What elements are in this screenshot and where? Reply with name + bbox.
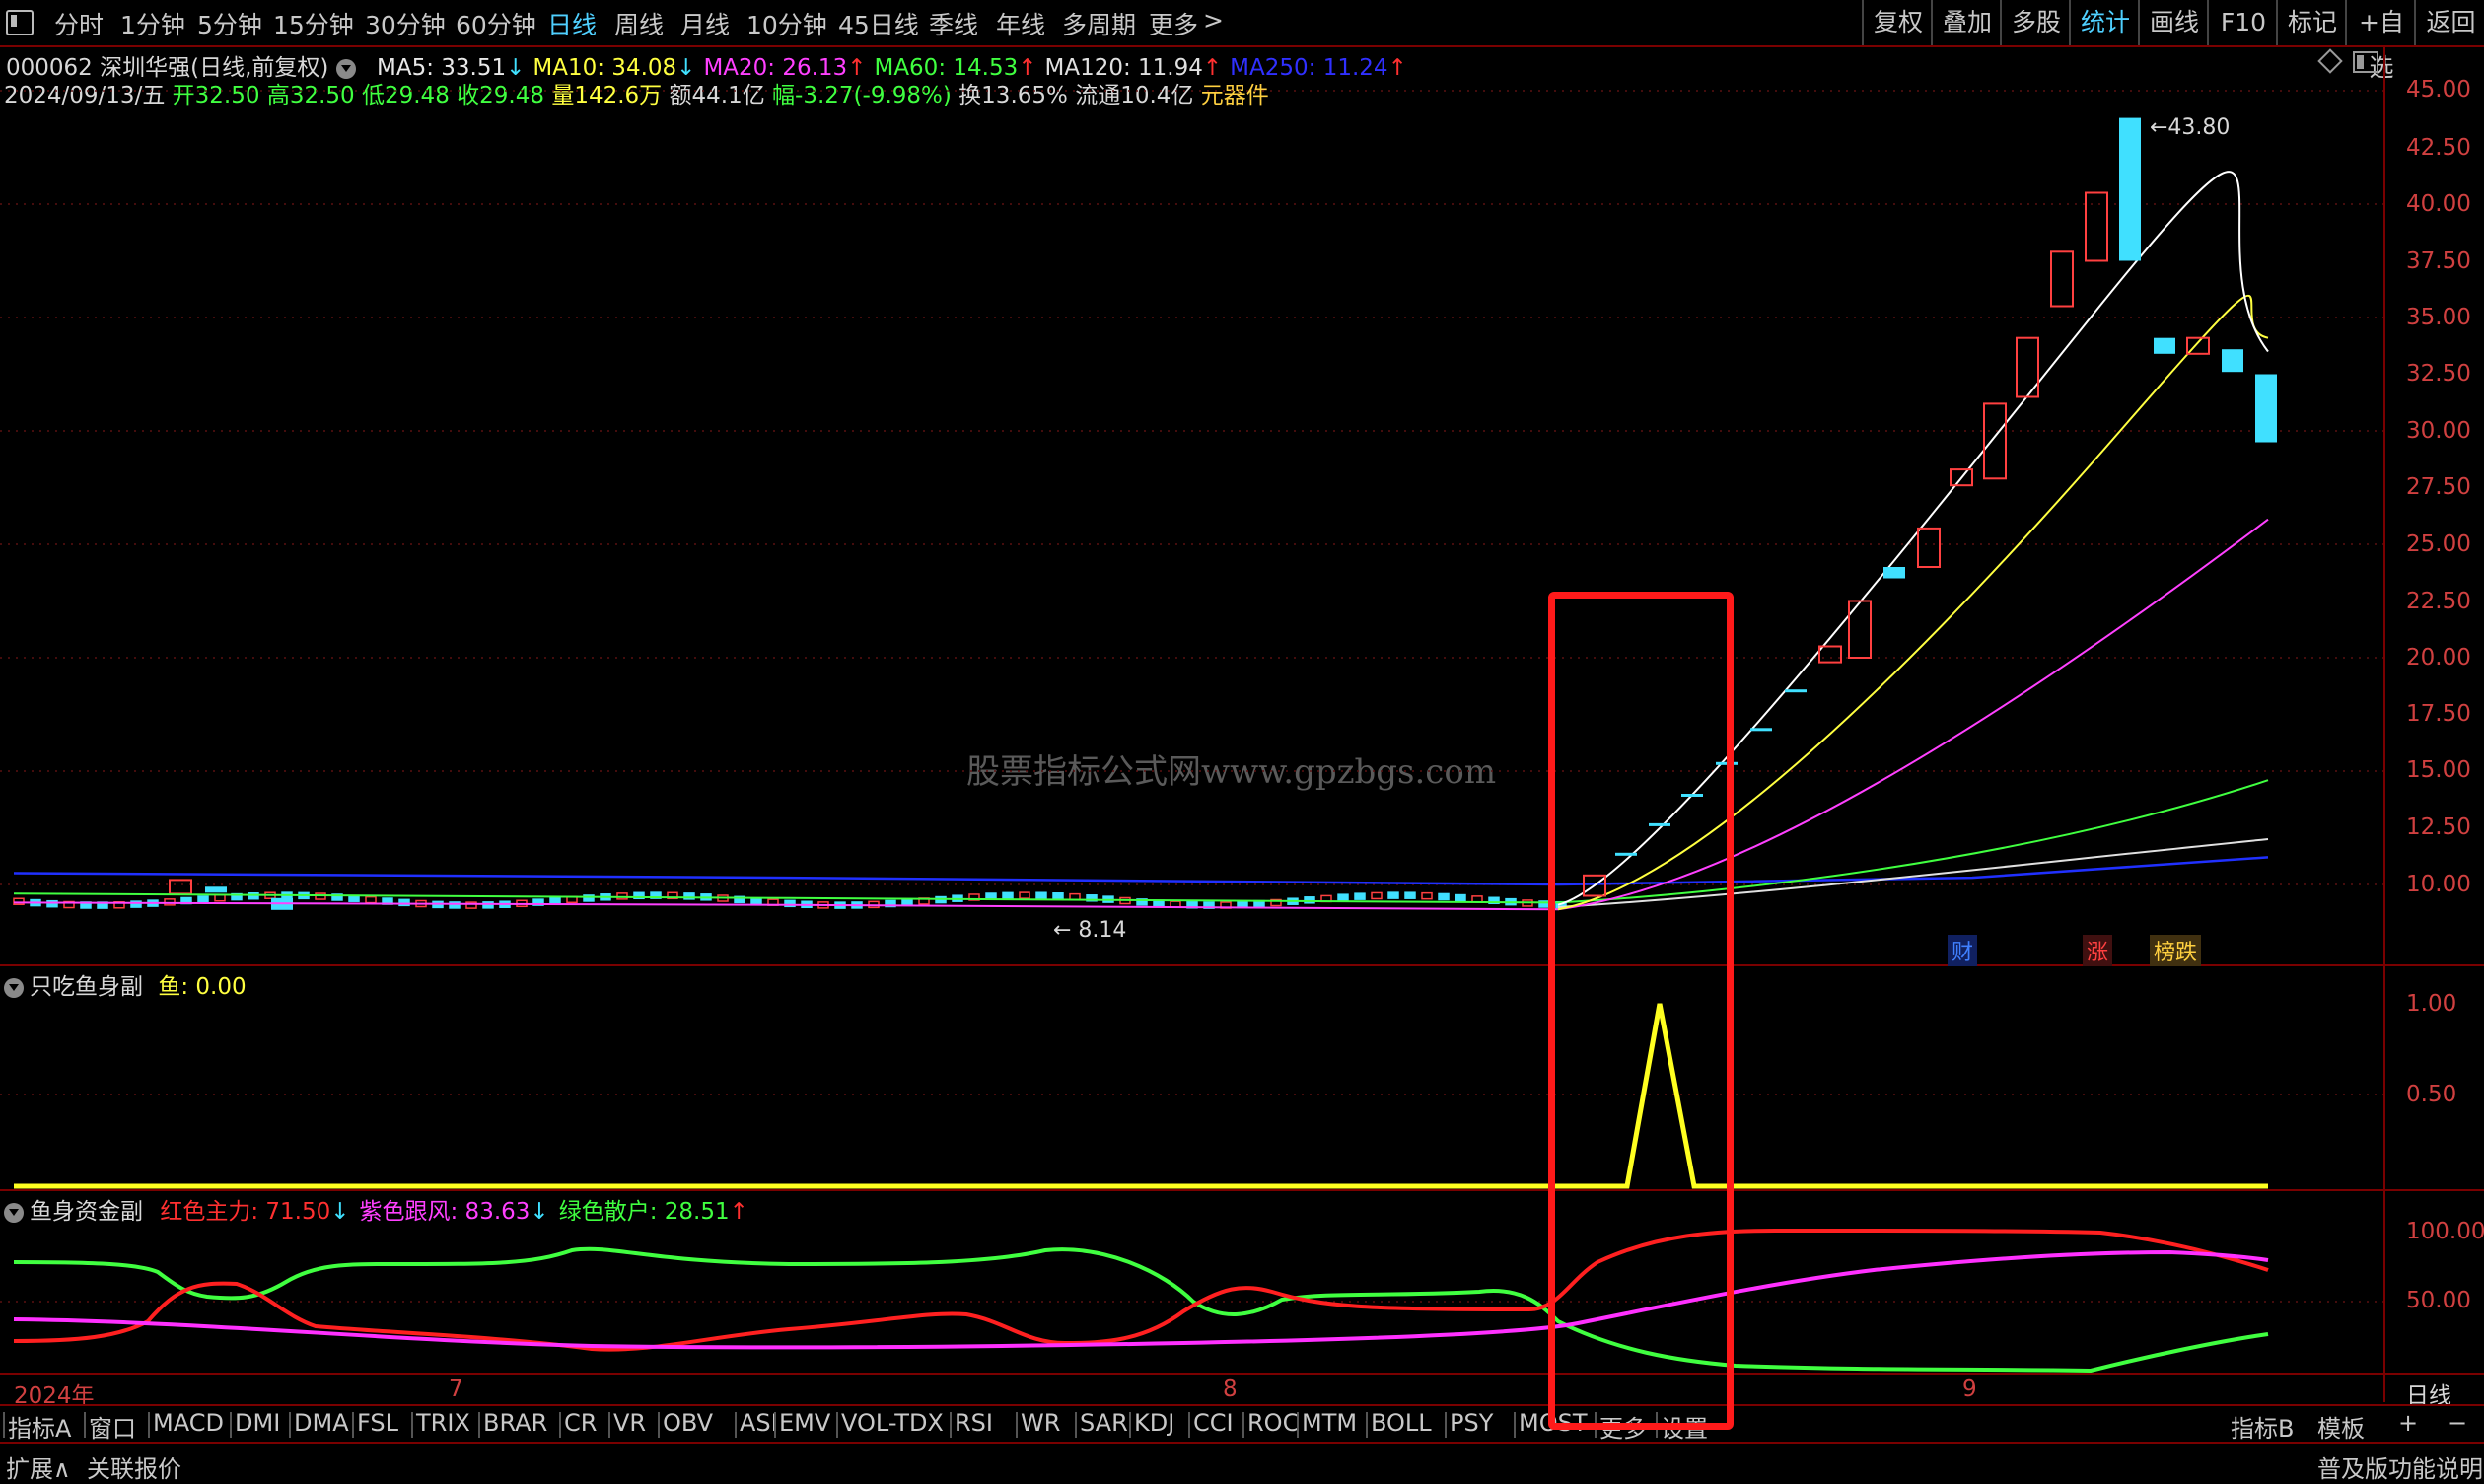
- tab-divider: [1242, 1412, 1244, 1438]
- candle: [2085, 191, 2108, 262]
- candle: [750, 897, 762, 905]
- candle: [1421, 891, 1433, 900]
- indicator-tab-0[interactable]: 指标A: [8, 1409, 71, 1444]
- main-fund-line: [13, 1228, 2269, 1352]
- tab-divider: [84, 1412, 86, 1438]
- tab-divider: [774, 1412, 776, 1438]
- expand-button[interactable]: 扩展∧: [6, 1449, 71, 1484]
- low-price-label: ← 8.14: [1053, 918, 1126, 943]
- indicator-right-1[interactable]: 模板: [2317, 1409, 2365, 1444]
- related-quote-button[interactable]: 关联报价: [87, 1449, 181, 1484]
- edition-info-button[interactable]: 普及版功能说明: [2317, 1449, 2483, 1484]
- candle: [1354, 892, 1366, 900]
- indicator-tab-1[interactable]: 窗口: [89, 1409, 136, 1444]
- indicator-tab-9[interactable]: VR: [613, 1409, 646, 1437]
- candle: [1371, 891, 1383, 900]
- tab-divider: [1514, 1412, 1516, 1438]
- indicator-tab-21[interactable]: BOLL: [1371, 1409, 1432, 1437]
- tab-divider: [1075, 1412, 1077, 1438]
- tab-divider: [1297, 1412, 1299, 1438]
- indicator-tab-16[interactable]: SAR: [1080, 1409, 1128, 1437]
- tab-divider: [1188, 1412, 1190, 1438]
- indicator-tab-10[interactable]: OBV: [663, 1409, 713, 1437]
- candle: [1387, 891, 1399, 899]
- candle: [2119, 117, 2141, 261]
- time-axis-label: 9: [1962, 1377, 1977, 1402]
- candle: [1750, 728, 1772, 732]
- candle: [1883, 567, 1905, 579]
- indicator-tab-22[interactable]: PSY: [1450, 1409, 1493, 1437]
- tab-divider: [950, 1412, 952, 1438]
- candle: [365, 895, 377, 904]
- candle: [1002, 891, 1014, 900]
- peak-price-label: ←43.80: [2150, 115, 2230, 140]
- tab-divider: [608, 1412, 610, 1438]
- candle: [1848, 600, 1872, 659]
- indicator-tab-5[interactable]: FSL: [357, 1409, 398, 1437]
- candle: [2255, 374, 2277, 443]
- tab-divider: [3, 1412, 5, 1438]
- fish-signal-line: [14, 1003, 2268, 1189]
- tab-divider: [230, 1412, 232, 1438]
- tab-divider: [289, 1412, 291, 1438]
- candle: [1404, 891, 1416, 899]
- indicator-tab-2[interactable]: MACD: [153, 1409, 224, 1437]
- tab-divider: [1366, 1412, 1368, 1438]
- candle: [1035, 891, 1047, 899]
- candle: [2050, 250, 2074, 308]
- indicator-tab-14[interactable]: RSI: [955, 1409, 993, 1437]
- indicator-right-3[interactable]: −: [2448, 1409, 2467, 1437]
- tab-divider: [478, 1412, 480, 1438]
- tab-divider: [1129, 1412, 1131, 1438]
- indicator-tab-17[interactable]: KDJ: [1134, 1409, 1174, 1437]
- candle: [549, 896, 561, 905]
- indicator-tab-12[interactable]: EMV: [779, 1409, 830, 1437]
- indicator-tab-19[interactable]: ROC: [1247, 1409, 1299, 1437]
- indicator-right-2[interactable]: +: [2398, 1409, 2418, 1437]
- indicator-tab-20[interactable]: MTM: [1302, 1409, 1357, 1437]
- candle: [1455, 893, 1466, 902]
- tab-divider: [148, 1412, 150, 1438]
- indicator-tab-bar: 指标A 窗口 MACD DMI DMA FSL TRIX BRAR CR VR OBV ASI EMV V…: [0, 1404, 2484, 1444]
- retail-fund-line: [13, 1246, 2269, 1374]
- highlight-box: [1548, 592, 1734, 1430]
- tab-divider: [836, 1412, 838, 1438]
- tab-divider: [352, 1412, 354, 1438]
- candle: [482, 901, 494, 909]
- candle: [1917, 527, 1941, 569]
- indicator-right-0[interactable]: 指标B: [2231, 1409, 2294, 1444]
- tab-divider: [559, 1412, 561, 1438]
- indicator-tab-15[interactable]: WR: [1021, 1409, 1060, 1437]
- candle: [1052, 892, 1064, 900]
- indicator-tab-6[interactable]: TRIX: [416, 1409, 470, 1437]
- tab-divider: [1016, 1412, 1018, 1438]
- indicator-tab-8[interactable]: CR: [564, 1409, 597, 1437]
- time-axis-label: 8: [1223, 1377, 1238, 1402]
- indicator-tab-3[interactable]: DMI: [235, 1409, 280, 1437]
- kline-chart[interactable]: ←43.80 ← 8.14: [0, 0, 2484, 1480]
- candle: [1337, 893, 1349, 901]
- tab-divider: [1445, 1412, 1447, 1438]
- indicator-tab-13[interactable]: VOL-TDX: [841, 1409, 944, 1437]
- tab-divider: [735, 1412, 737, 1438]
- tab-divider: [411, 1412, 413, 1438]
- candle: [197, 895, 209, 903]
- indicator-tab-7[interactable]: BRAR: [483, 1409, 547, 1437]
- indicator-tab-18[interactable]: CCI: [1193, 1409, 1234, 1437]
- time-axis-label: 7: [449, 1377, 463, 1402]
- tab-divider: [658, 1412, 660, 1438]
- candle: [1019, 891, 1030, 899]
- candle: [1438, 892, 1450, 901]
- indicator-tab-4[interactable]: DMA: [294, 1409, 349, 1437]
- candle: [2154, 337, 2175, 354]
- candle: [205, 886, 227, 893]
- candle: [214, 893, 226, 902]
- candle: [1785, 689, 1807, 693]
- extension-bar: 扩展∧ 关联报价 普及版功能说明: [0, 1442, 2484, 1484]
- candle: [2222, 349, 2243, 373]
- candle: [1818, 645, 1842, 664]
- indicator-tab-11[interactable]: ASI: [740, 1409, 778, 1437]
- candle: [1983, 402, 2007, 480]
- candle: [169, 879, 192, 895]
